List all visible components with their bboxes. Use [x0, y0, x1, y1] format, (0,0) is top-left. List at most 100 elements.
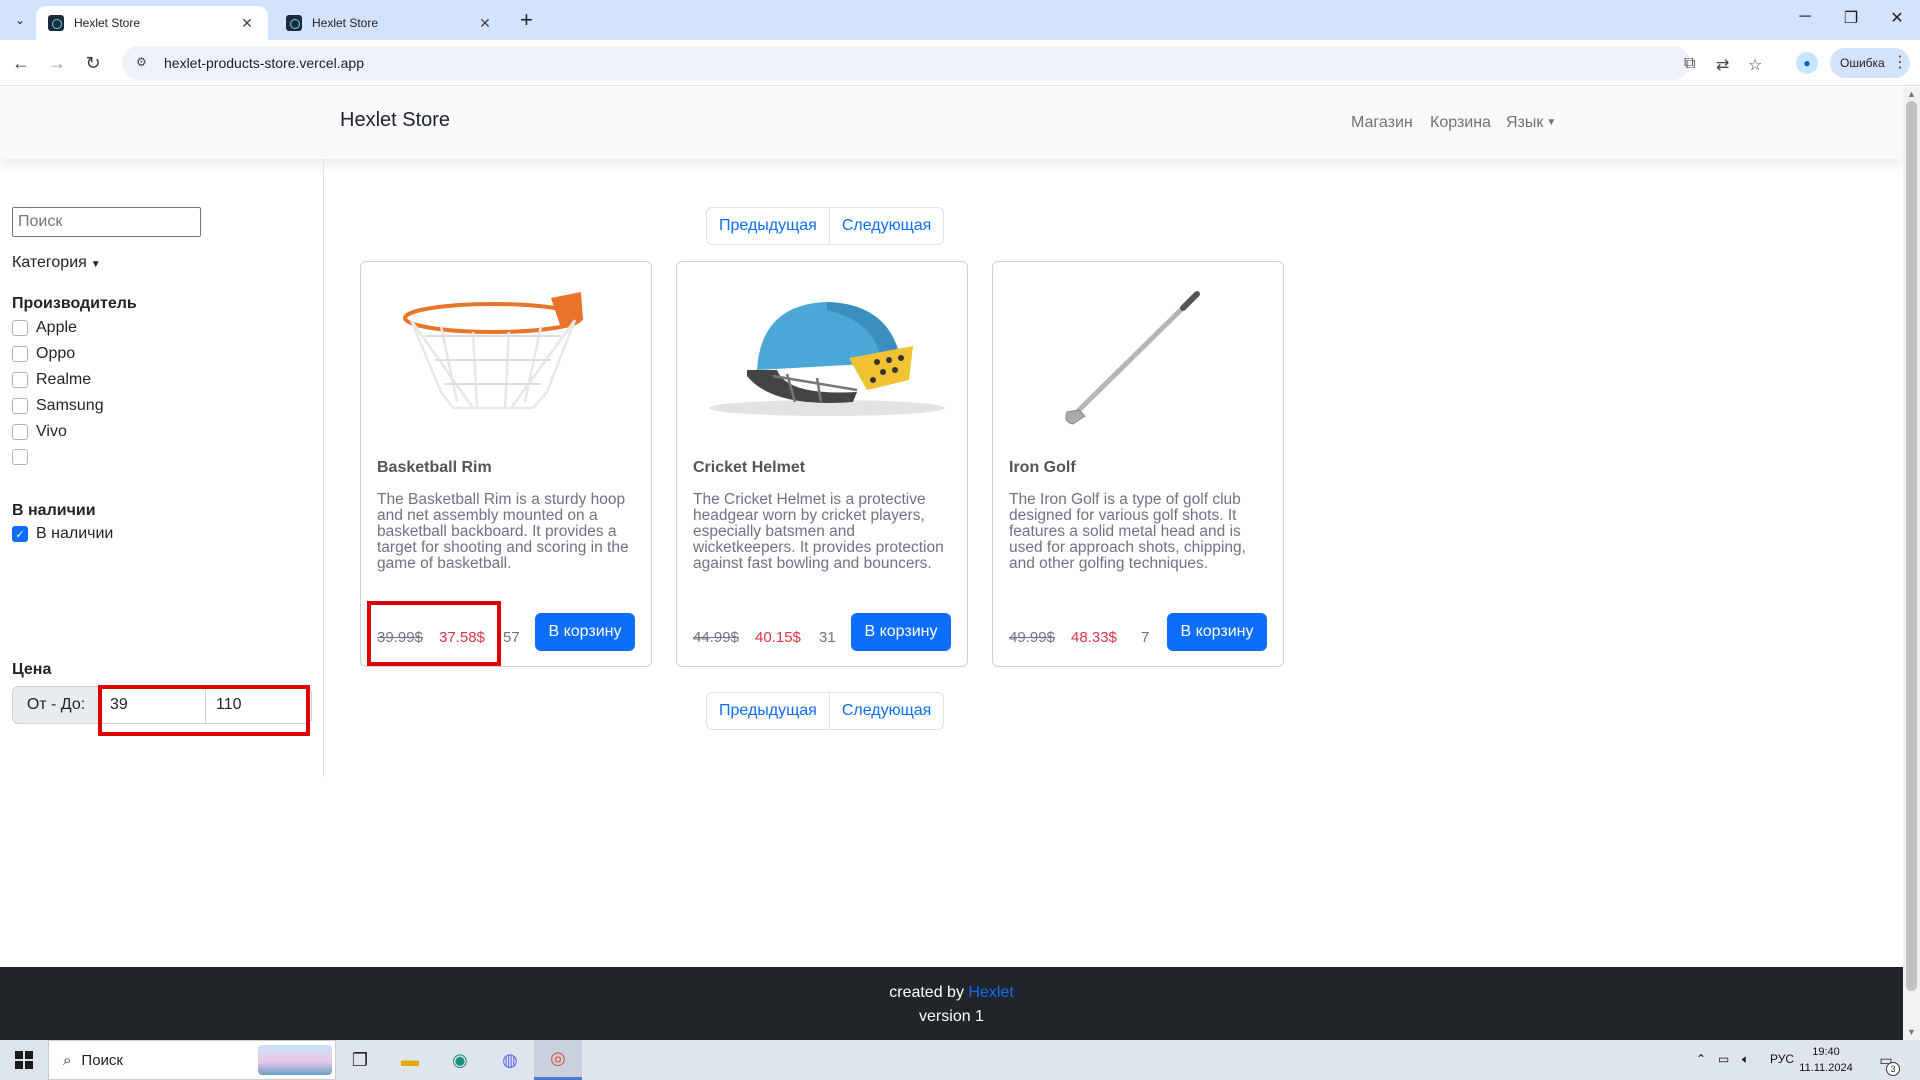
volume-icon[interactable]: 🔈︎ — [1742, 1052, 1749, 1067]
file-explorer-icon[interactable]: ▬ — [386, 1040, 434, 1080]
taskbar-search-placeholder: Поиск — [81, 1051, 123, 1069]
manufacturer-option-apple[interactable]: Apple — [12, 319, 77, 337]
network-icon[interactable]: ▭ — [1718, 1052, 1729, 1066]
product-title[interactable]: Basketball Rim — [377, 459, 492, 477]
task-view-icon[interactable]: ❐ — [336, 1040, 384, 1080]
back-arrow-icon[interactable]: ← — [8, 50, 34, 76]
footer-version: version 1 — [919, 1008, 984, 1025]
add-to-cart-button[interactable]: В корзину — [851, 613, 951, 651]
checkbox[interactable] — [12, 424, 28, 440]
manufacturer-option-oppo[interactable]: Oppo — [12, 345, 75, 363]
footer-hexlet-link[interactable]: Hexlet — [968, 984, 1013, 1001]
minimize-icon[interactable]: ─ — [1782, 8, 1828, 26]
manufacturer-option-empty[interactable] — [12, 449, 36, 465]
react-favicon-icon — [286, 15, 302, 31]
tab-close-icon[interactable]: ✕ — [476, 15, 494, 32]
bookmark-star-icon[interactable]: ☆ — [1748, 55, 1762, 75]
window-close-icon[interactable]: ✕ — [1874, 8, 1920, 28]
checkbox[interactable] — [12, 398, 28, 414]
filters-sidebar: Категория▼ Производитель Apple Oppo Real… — [0, 159, 324, 777]
profile-error-label: Ошибка — [1840, 56, 1885, 70]
tab-title: Hexlet Store — [74, 16, 141, 30]
nav-language-dropdown[interactable]: Язык ▼ — [1506, 114, 1556, 132]
option-label: Apple — [36, 319, 77, 336]
manufacturer-title: Производитель — [12, 295, 137, 312]
nav-link-cart[interactable]: Корзина — [1430, 114, 1491, 132]
caret-down-icon: ▼ — [1546, 117, 1557, 129]
language-label: Язык — [1506, 114, 1544, 131]
tab-close-icon[interactable]: ✕ — [238, 15, 256, 32]
translate-icon[interactable]: ⇄ — [1716, 55, 1729, 75]
manufacturer-option-realme[interactable]: Realme — [12, 371, 91, 389]
product-title[interactable]: Cricket Helmet — [693, 459, 805, 477]
prev-page-button[interactable]: Предыдущая — [706, 692, 830, 730]
golf-iron-image — [1065, 291, 1200, 425]
product-description: The Basketball Rim is a sturdy hoop and … — [377, 491, 629, 572]
stock-count: 7 — [1141, 629, 1150, 646]
windows-start-icon[interactable] — [0, 1040, 48, 1080]
restore-icon[interactable]: ❐ — [1828, 8, 1874, 28]
add-to-cart-button[interactable]: В корзину — [535, 613, 635, 651]
browser-toolbar: ← → ↻ ⚙ hexlet-products-store.vercel.app… — [0, 40, 1920, 86]
footer-created-by: created by — [889, 984, 964, 1001]
reload-icon[interactable]: ↻ — [80, 50, 106, 76]
manufacturer-option-vivo[interactable]: Vivo — [12, 423, 67, 441]
option-label: Samsung — [36, 397, 104, 414]
product-description: The Cricket Helmet is a protective headg… — [693, 491, 944, 572]
address-bar[interactable]: ⚙ hexlet-products-store.vercel.app — [122, 46, 1690, 80]
scroll-down-arrow-icon[interactable]: ▼ — [1907, 1027, 1916, 1037]
sale-price: 48.33$ — [1071, 629, 1117, 646]
search-input[interactable] — [12, 207, 201, 237]
search-highlight-image[interactable] — [258, 1045, 332, 1075]
clock-time: 19:40 — [1812, 1046, 1840, 1058]
scroll-up-arrow-icon[interactable]: ▲ — [1907, 89, 1916, 99]
nav-link-shop[interactable]: Магазин — [1351, 114, 1413, 132]
caret-down-icon: ▼ — [90, 259, 101, 270]
product-title[interactable]: Iron Golf — [1009, 459, 1076, 477]
add-to-cart-button[interactable]: В корзину — [1167, 613, 1267, 651]
site-navbar: Hexlet Store Магазин Корзина Язык ▼ — [0, 87, 1903, 159]
product-description: The Iron Golf is a type of golf club des… — [1009, 491, 1246, 572]
price-title: Цена — [12, 661, 52, 678]
option-label: В наличии — [36, 525, 114, 542]
prev-page-button[interactable]: Предыдущая — [706, 207, 830, 245]
product-card: Iron Golf The Iron Golf is a type of gol… — [992, 261, 1284, 667]
category-label: Категория — [12, 254, 87, 271]
taskbar-clock[interactable]: 19:40 11.11.2024 — [1786, 1044, 1866, 1076]
checkbox-checked-icon[interactable]: ✓ — [12, 526, 28, 542]
site-info-icon[interactable]: ⚙ — [136, 55, 152, 71]
old-price: 44.99$ — [693, 629, 739, 646]
tray-chevron-up-icon[interactable]: ⌃ — [1696, 1052, 1706, 1066]
pagination-bottom: Предыдущая Следующая — [706, 692, 945, 730]
option-label: Vivo — [36, 423, 67, 440]
category-dropdown[interactable]: Категория ▼ — [12, 254, 101, 272]
brand-logo[interactable]: Hexlet Store — [340, 109, 450, 132]
next-page-button[interactable]: Следующая — [828, 692, 945, 730]
react-favicon-icon — [48, 15, 64, 31]
checkbox[interactable] — [12, 346, 28, 362]
availability-option[interactable]: ✓ В наличии — [12, 525, 113, 543]
footer-credit: created by Hexlet — [0, 984, 1903, 1002]
scrollbar-thumb[interactable] — [1906, 101, 1917, 991]
checkbox[interactable] — [12, 320, 28, 336]
availability-title: В наличии — [12, 502, 96, 519]
stock-count: 31 — [819, 629, 836, 646]
chrome-icon[interactable]: ◎ — [534, 1040, 582, 1080]
manufacturer-option-samsung[interactable]: Samsung — [12, 397, 104, 415]
edge-browser-icon[interactable]: ◉ — [436, 1040, 484, 1080]
next-page-button[interactable]: Следующая — [828, 207, 945, 245]
page-scrollbar[interactable]: ▲ ▼ — [1903, 87, 1920, 1040]
install-app-icon[interactable]: ⧉ — [1684, 55, 1695, 73]
tab-search-chevron-icon[interactable]: ⌄ — [8, 8, 32, 32]
checkbox[interactable] — [12, 372, 28, 388]
browser-tab-1[interactable]: Hexlet Store ✕ — [36, 6, 268, 40]
new-tab-plus-icon[interactable]: + — [520, 8, 533, 32]
basketball-rim-image — [403, 292, 583, 410]
browser-menu-icon[interactable]: ⋮ — [1892, 52, 1908, 72]
checkbox[interactable] — [12, 449, 28, 465]
discord-icon[interactable]: ◍ — [486, 1040, 534, 1080]
forward-arrow-icon[interactable]: → — [44, 50, 70, 76]
browser-tab-2[interactable]: Hexlet Store ✕ — [274, 6, 506, 40]
account-icon[interactable]: ● — [1796, 52, 1818, 74]
url-text: hexlet-products-store.vercel.app — [164, 55, 364, 71]
